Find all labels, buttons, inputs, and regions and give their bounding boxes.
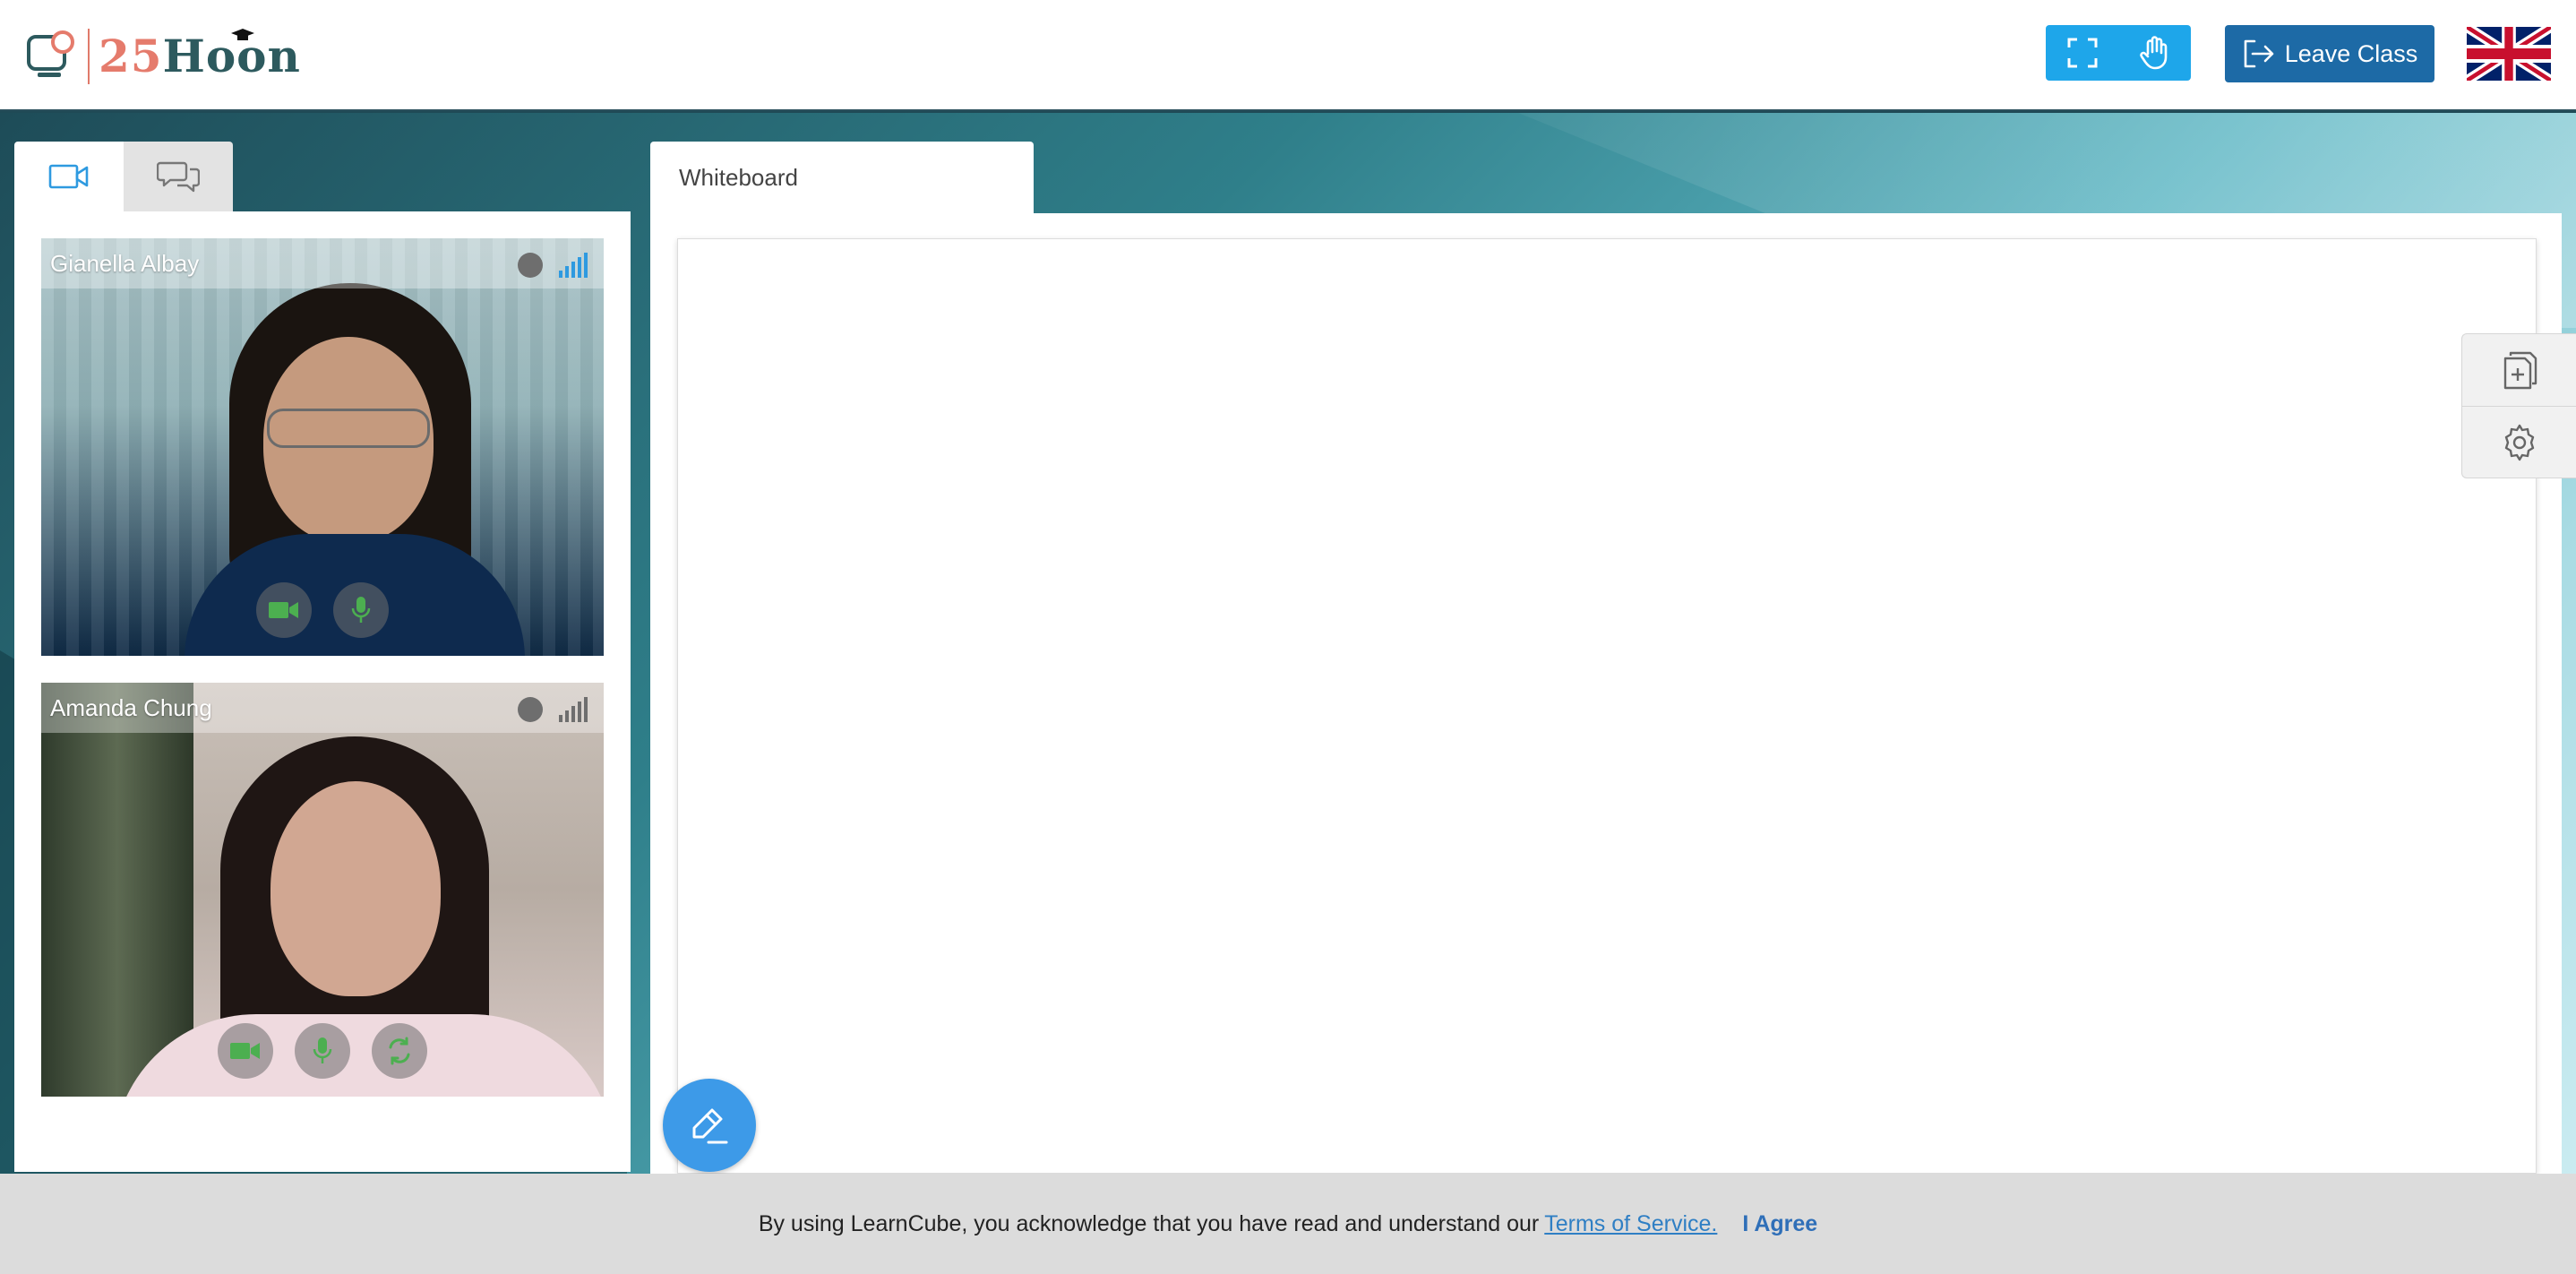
side-toolbar — [2461, 333, 2576, 478]
agree-button[interactable]: I Agree — [1742, 1211, 1817, 1237]
leave-class-label: Leave Class — [2284, 39, 2418, 67]
fullscreen-icon — [2067, 38, 2097, 68]
camera-icon — [230, 1043, 260, 1059]
microphone-toggle-button[interactable] — [333, 582, 389, 638]
graduation-cap-icon — [231, 29, 254, 40]
app-logo[interactable]: 25Hoon — [25, 25, 301, 88]
uk-flag-icon[interactable] — [2467, 27, 2551, 81]
participant-video[interactable]: Amanda Chung — [41, 683, 604, 1097]
camera-toggle-button[interactable] — [256, 582, 312, 638]
video-controls — [41, 1023, 604, 1079]
microphone-toggle-button[interactable] — [295, 1023, 350, 1079]
chat-icon — [157, 161, 200, 193]
switch-camera-icon — [389, 1037, 410, 1065]
logo-monitor-icon — [27, 30, 74, 77]
settings-button[interactable] — [2462, 406, 2576, 478]
raise-hand-button[interactable] — [2118, 25, 2191, 81]
top-header: 25Hoon Leave Class — [0, 0, 2576, 111]
terms-text: By using LearnCube, you acknowledge that… — [758, 1210, 1540, 1236]
video-feed-face — [270, 781, 441, 996]
terms-banner: By using LearnCube, you acknowledge that… — [0, 1174, 2576, 1274]
video-controls — [41, 582, 604, 638]
signal-strength-icon — [559, 697, 588, 722]
logo-divider — [88, 29, 90, 84]
microphone-icon — [313, 1037, 332, 1063]
add-document-icon — [2503, 351, 2537, 390]
participant-video[interactable]: Gianella Albay — [41, 238, 604, 656]
leave-class-button[interactable]: Leave Class — [2225, 25, 2434, 82]
participant-name: Gianella Albay — [50, 250, 200, 277]
drawing-tool-button[interactable] — [663, 1079, 756, 1172]
tab-whiteboard[interactable]: Whiteboard — [650, 142, 1034, 213]
terms-of-service-link[interactable]: Terms of Service. — [1544, 1211, 1717, 1237]
logo-wordmark: 25Hoon — [99, 29, 301, 79]
exit-icon — [2244, 39, 2274, 68]
classroom-tools — [2046, 25, 2191, 81]
fullscreen-button[interactable] — [2046, 25, 2118, 81]
participant-name: Amanda Chung — [50, 694, 212, 721]
microphone-icon — [351, 597, 371, 623]
tab-chat[interactable] — [124, 142, 233, 211]
camera-toggle-button[interactable] — [218, 1023, 273, 1079]
camera-icon — [269, 602, 298, 618]
status-dot — [518, 253, 543, 278]
video-feed-glasses — [267, 409, 430, 448]
logo-number: 25 — [99, 30, 163, 82]
gear-icon — [2504, 424, 2534, 461]
add-document-button[interactable] — [2462, 334, 2576, 406]
status-dot — [518, 697, 543, 722]
video-camera-icon — [48, 164, 89, 189]
left-panel-tabs — [14, 142, 233, 211]
participants-panel: Gianella Albay Amanda Chung — [14, 211, 631, 1172]
tab-video[interactable] — [14, 142, 124, 211]
signal-strength-icon — [559, 253, 588, 278]
switch-camera-button[interactable] — [372, 1023, 427, 1079]
whiteboard-panel — [650, 213, 2562, 1174]
whiteboard-canvas[interactable] — [677, 238, 2537, 1174]
pencil-icon — [692, 1108, 728, 1144]
raise-hand-icon — [2139, 36, 2167, 70]
